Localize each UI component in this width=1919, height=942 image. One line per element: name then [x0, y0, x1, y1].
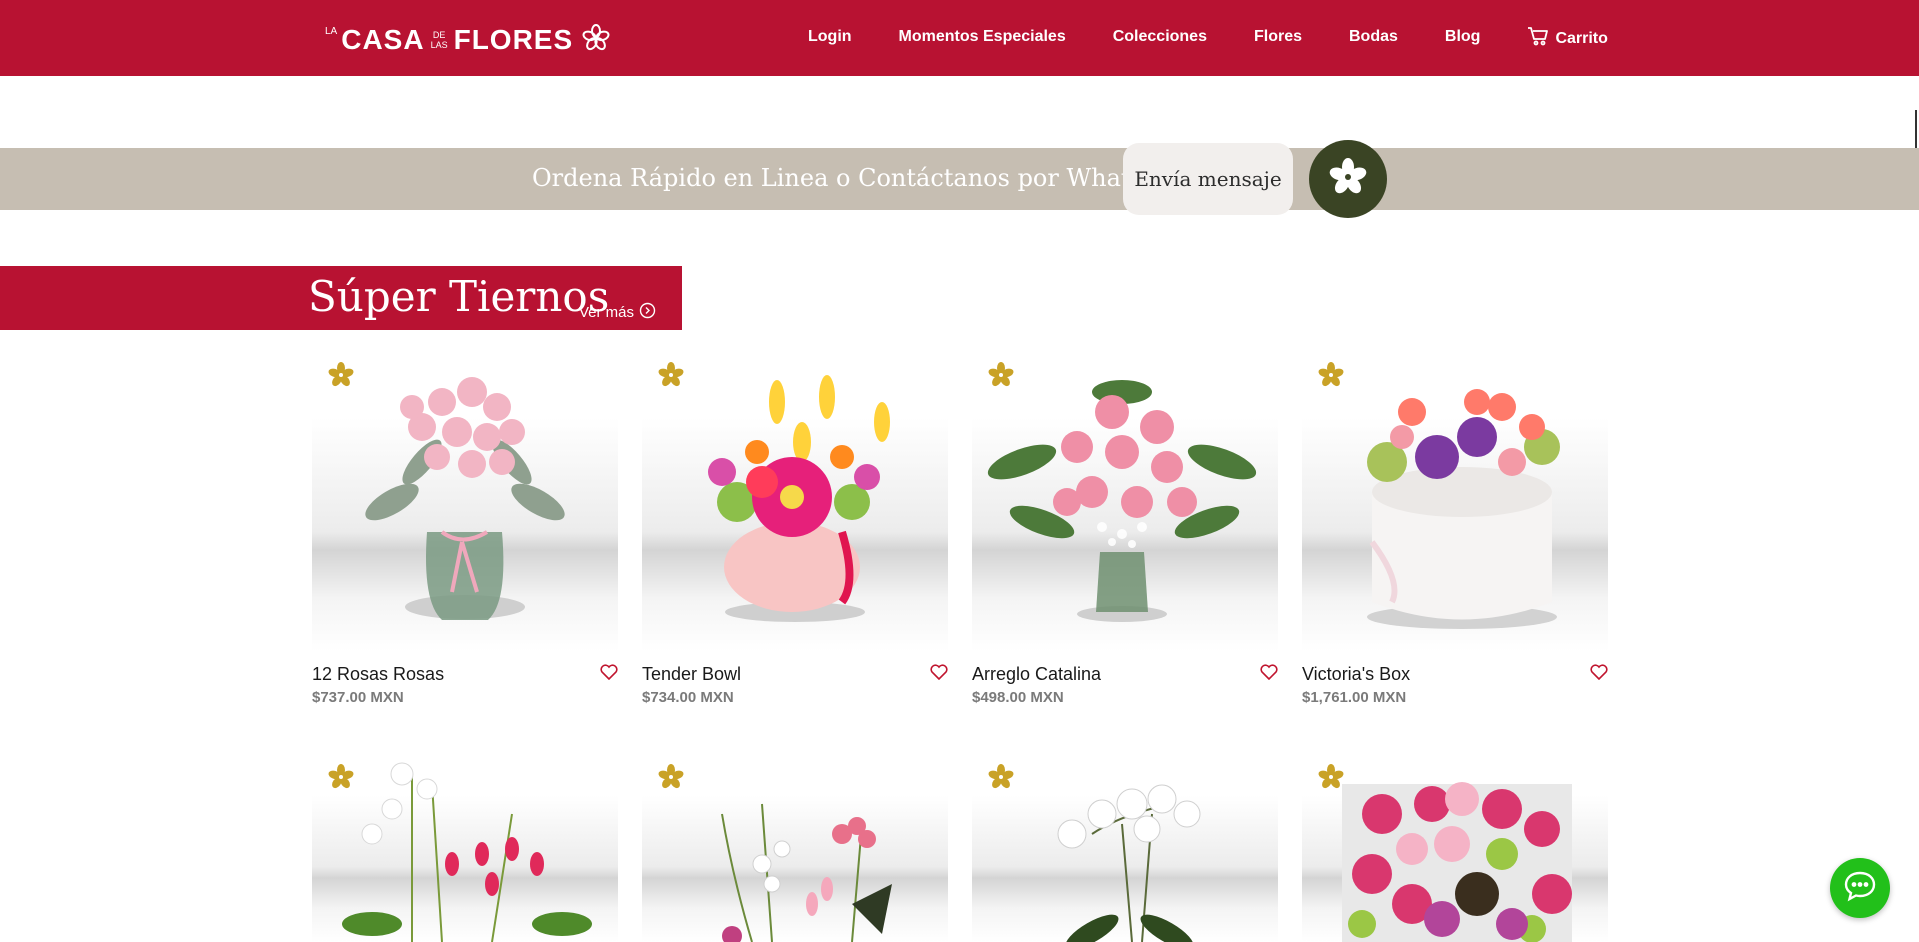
send-message-button[interactable]: Envía mensaje — [1123, 143, 1293, 215]
logo-la: LA — [325, 26, 338, 37]
chat-bubble-icon — [1843, 870, 1877, 907]
main-nav: Login Momentos Especiales Colecciones Fl… — [808, 26, 1608, 53]
heart-icon[interactable] — [600, 664, 618, 685]
product-image[interactable] — [642, 352, 948, 652]
logo-las: LAS — [430, 40, 448, 50]
nav-blog[interactable]: Blog — [1445, 28, 1481, 53]
product-name-row: 12 Rosas Rosas — [312, 664, 618, 685]
product-price: $734.00 MXN — [642, 689, 734, 706]
product-image[interactable] — [312, 754, 618, 942]
bouquet-illustration — [708, 375, 890, 622]
nav-momentos-especiales[interactable]: Momentos Especiales — [899, 28, 1066, 53]
product-name[interactable]: Tender Bowl — [642, 664, 741, 685]
logo-flower-icon — [581, 23, 611, 58]
section-title: Súper Tiernos — [308, 272, 610, 321]
product-name[interactable]: Arreglo Catalina — [972, 664, 1101, 685]
product-card[interactable]: Victoria's Box $1,761.00 MXN — [1302, 352, 1608, 706]
ver-mas-link[interactable]: Ver más — [579, 302, 656, 323]
product-card[interactable] — [1302, 754, 1608, 942]
heart-icon[interactable] — [1590, 664, 1608, 685]
chat-button[interactable] — [1830, 858, 1890, 918]
flower-icon — [1326, 155, 1370, 204]
product-card[interactable] — [642, 754, 948, 942]
product-image[interactable] — [972, 352, 1278, 652]
product-price: $737.00 MXN — [312, 689, 404, 706]
nav-cart[interactable]: Carrito — [1527, 26, 1608, 51]
product-name[interactable]: Victoria's Box — [1302, 664, 1410, 685]
nav-colecciones[interactable]: Colecciones — [1113, 28, 1207, 53]
cart-icon — [1527, 26, 1549, 51]
product-card[interactable]: 12 Rosas Rosas $737.00 MXN — [312, 352, 618, 706]
bouquet-illustration — [1367, 389, 1560, 629]
product-name[interactable]: 12 Rosas Rosas — [312, 664, 444, 685]
orchid-tulip-illustration — [342, 762, 592, 942]
logo-de-las: DE LAS — [431, 30, 448, 50]
chevron-right-circle-icon — [639, 302, 656, 323]
logo-casa: CASA — [341, 24, 425, 55]
product-card[interactable] — [312, 754, 618, 942]
product-image[interactable] — [972, 754, 1278, 942]
product-image[interactable] — [312, 352, 618, 652]
banner-text: Ordena Rápido en Linea o Contáctanos por… — [532, 164, 1188, 192]
product-image[interactable] — [1302, 352, 1608, 652]
scrollbar-thumb[interactable] — [1915, 110, 1917, 150]
product-name-row: Tender Bowl — [642, 664, 948, 685]
flower-box-illustration — [1342, 782, 1572, 942]
product-card[interactable] — [972, 754, 1278, 942]
nav-bodas[interactable]: Bodas — [1349, 28, 1398, 53]
product-name-row: Arreglo Catalina — [972, 664, 1278, 685]
bouquet-illustration — [987, 380, 1257, 622]
whatsapp-flower-button[interactable] — [1309, 140, 1387, 218]
nav-login[interactable]: Login — [808, 28, 852, 53]
product-card[interactable]: Arreglo Catalina $498.00 MXN — [972, 352, 1278, 706]
heart-icon[interactable] — [930, 664, 948, 685]
nav-flores[interactable]: Flores — [1254, 28, 1302, 53]
logo-flores: FLORES — [453, 24, 574, 55]
orchid-illustration — [1057, 784, 1201, 942]
product-price: $498.00 MXN — [972, 689, 1064, 706]
ver-mas-label: Ver más — [579, 304, 635, 321]
heart-icon[interactable] — [1260, 664, 1278, 685]
product-image[interactable] — [642, 754, 948, 942]
product-image[interactable] — [1302, 754, 1608, 942]
product-name-row: Victoria's Box — [1302, 664, 1608, 685]
bouquet-illustration — [365, 377, 565, 620]
product-card[interactable]: Tender Bowl $734.00 MXN — [642, 352, 948, 706]
logo-de: DE — [432, 30, 446, 40]
site-logo[interactable]: LA CASA DE LAS FLORES — [325, 20, 611, 60]
arrangement-illustration — [721, 803, 892, 942]
product-price: $1,761.00 MXN — [1302, 689, 1407, 706]
cart-label: Carrito — [1555, 29, 1608, 47]
